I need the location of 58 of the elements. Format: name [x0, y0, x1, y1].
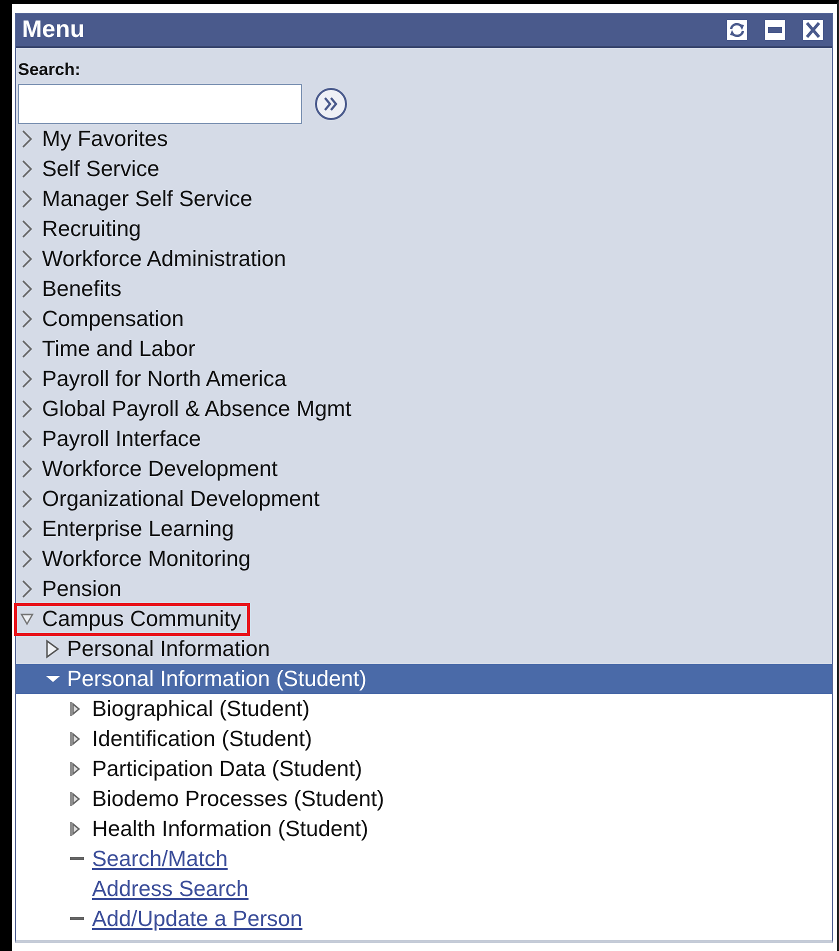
expanded-triangle-icon[interactable] — [45, 675, 61, 683]
menu-item[interactable]: Compensation — [42, 306, 184, 332]
menu-item[interactable]: Biographical (Student) — [92, 696, 310, 722]
menu-item[interactable]: Biodemo Processes (Student) — [92, 786, 384, 812]
chevron-right-icon[interactable] — [20, 279, 34, 299]
triangle-right-icon[interactable] — [70, 731, 80, 747]
window-title: Menu — [22, 16, 85, 44]
triangle-right-icon[interactable] — [70, 701, 80, 717]
chevron-right-icon[interactable] — [20, 399, 34, 419]
menu-item[interactable]: My Favorites — [42, 126, 168, 152]
menu-link[interactable]: Add/Update a Person — [92, 906, 302, 932]
chevron-right-icon[interactable] — [20, 189, 34, 209]
menu-item[interactable]: Workforce Monitoring — [42, 546, 251, 572]
menu-item[interactable]: Global Payroll & Absence Mgmt — [42, 396, 352, 422]
search-field[interactable] — [18, 84, 302, 124]
triangle-right-icon[interactable] — [70, 821, 80, 837]
chevron-right-icon[interactable] — [20, 309, 34, 329]
chevron-right-icon[interactable] — [20, 159, 34, 179]
triangle-right-icon[interactable] — [45, 639, 61, 659]
menu-item[interactable]: Participation Data (Student) — [92, 756, 362, 782]
menu-item[interactable]: Personal Information — [67, 636, 270, 662]
chevron-right-icon[interactable] — [20, 489, 34, 509]
go-icon[interactable] — [314, 87, 348, 121]
menu-item[interactable]: Enterprise Learning — [42, 516, 234, 542]
minimize-icon[interactable] — [764, 19, 786, 41]
triangle-right-icon[interactable] — [70, 791, 80, 807]
menu-item[interactable]: Payroll for North America — [42, 366, 287, 392]
menu-item[interactable]: Workforce Administration — [42, 246, 286, 272]
menu-item[interactable]: Benefits — [42, 276, 122, 302]
chevron-right-icon[interactable] — [20, 249, 34, 269]
menu-link[interactable]: Address Search — [92, 876, 249, 902]
triangle-right-icon[interactable] — [70, 761, 80, 777]
chevron-right-icon[interactable] — [20, 549, 34, 569]
refresh-icon[interactable] — [726, 19, 748, 41]
menu-item[interactable]: Workforce Development — [42, 456, 278, 482]
menu-item[interactable]: Pension — [42, 576, 122, 602]
menu-item[interactable]: Identification (Student) — [92, 726, 312, 752]
expanded-triangle-icon[interactable] — [20, 612, 34, 626]
chevron-right-icon[interactable] — [20, 219, 34, 239]
chevron-right-icon[interactable] — [20, 369, 34, 389]
menu-link[interactable]: Search/Match — [92, 846, 228, 872]
menu-item[interactable]: Organizational Development — [42, 486, 320, 512]
chevron-right-icon[interactable] — [20, 429, 34, 449]
menu-item[interactable]: Health Information (Student) — [92, 816, 368, 842]
chevron-right-icon[interactable] — [20, 339, 34, 359]
chevron-right-icon[interactable] — [20, 459, 34, 479]
menu-item[interactable]: Manager Self Service — [42, 186, 252, 212]
chevron-right-icon[interactable] — [20, 579, 34, 599]
menu-item[interactable]: Payroll Interface — [42, 426, 201, 452]
menu-item[interactable]: Self Service — [42, 156, 160, 182]
menu-item[interactable]: Campus Community — [42, 606, 242, 632]
chevron-right-icon[interactable] — [20, 129, 34, 149]
menu-item[interactable]: Personal Information (Student) — [67, 666, 367, 692]
menu-item[interactable]: Recruiting — [42, 216, 142, 242]
chevron-right-icon[interactable] — [20, 519, 34, 539]
search-label: Search: — [18, 60, 82, 80]
close-icon[interactable] — [802, 19, 824, 41]
menu-item[interactable]: Time and Labor — [42, 336, 196, 362]
